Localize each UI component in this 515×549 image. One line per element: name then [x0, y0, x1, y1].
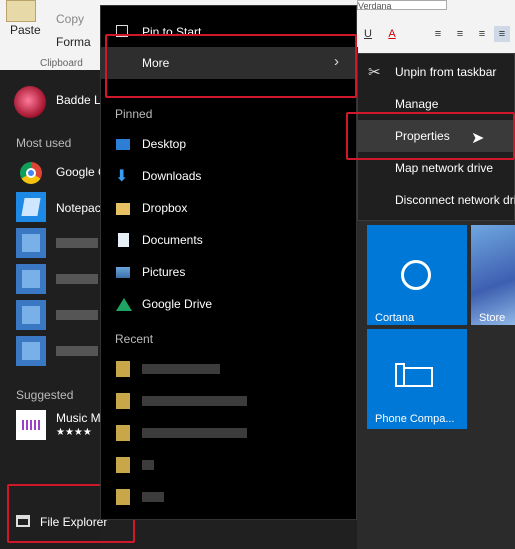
disconnect-drive-label: Disconnect network dri	[395, 193, 515, 207]
pinned-label: Dropbox	[142, 201, 188, 215]
manage-label: Manage	[395, 97, 439, 111]
suggested-label: Music M	[56, 411, 101, 425]
pinned-item-desktop[interactable]: Desktop	[101, 128, 358, 160]
cortana-tile[interactable]: Cortana	[367, 225, 467, 325]
underline-icon[interactable]: U	[360, 26, 376, 42]
avatar	[14, 86, 46, 118]
paste-button[interactable]: Paste	[10, 23, 41, 37]
pinned-item-google-drive[interactable]: Google Drive	[101, 288, 358, 320]
highlight-properties	[346, 112, 515, 160]
pinned-heading: Pinned	[115, 107, 153, 121]
font-name-box[interactable]: Verdana	[357, 0, 447, 11]
align-right-icon[interactable]: ≡	[474, 26, 490, 42]
suggested-item-music[interactable]: Music M ★★★★	[0, 408, 101, 444]
recent-heading: Recent	[115, 332, 154, 346]
phone-companion-icon	[403, 367, 433, 387]
music-app-icon	[16, 410, 46, 440]
most-used-item-notepad[interactable]: Notepac	[0, 192, 101, 224]
desktop-icon	[116, 139, 130, 150]
pictures-icon	[116, 267, 130, 278]
blurred-app-label	[56, 346, 98, 356]
phone-icon	[395, 363, 405, 387]
pinned-label: Pictures	[142, 265, 186, 279]
chrome-center	[26, 168, 36, 178]
jump-list: Pin to Start More › Pinned Desktop ⬇ Dow…	[100, 5, 358, 520]
unpin-label: Unpin from taskbar	[395, 65, 497, 79]
pinned-item-downloads[interactable]: ⬇ Downloads	[101, 160, 358, 192]
pinned-label: Desktop	[142, 137, 187, 151]
pinned-label: Downloads	[142, 169, 202, 183]
blurred-app-label	[56, 310, 98, 320]
disconnect-network-drive-item[interactable]: Disconnect network dri	[358, 184, 515, 216]
pinned-item-documents[interactable]: Documents	[101, 224, 358, 256]
pinned-item-dropbox[interactable]: Dropbox	[101, 192, 358, 224]
recent-file-label	[142, 428, 247, 438]
recent-file-icon[interactable]	[116, 425, 130, 441]
phone-companion-tile[interactable]: Phone Compa...	[367, 329, 467, 429]
phone-companion-label: Phone Compa...	[375, 413, 455, 425]
downloads-icon: ⬇	[115, 168, 129, 185]
justify-icon[interactable]: ≡	[494, 26, 510, 42]
blurred-app-icon[interactable]	[16, 336, 46, 366]
font-color-icon[interactable]: A	[384, 26, 400, 42]
suggested-heading: Suggested	[16, 388, 74, 402]
most-used-heading: Most used	[16, 136, 72, 150]
map-drive-label: Map network drive	[395, 161, 494, 175]
store-tile[interactable]: Store	[471, 225, 515, 325]
copy-button[interactable]: Copy	[56, 12, 84, 26]
unpin-from-taskbar-item[interactable]: ✂ Unpin from taskbar	[358, 56, 515, 88]
start-menu: Badde Li Most used Google C Notepac Sugg…	[0, 70, 135, 549]
recent-file-icon[interactable]	[116, 457, 130, 473]
most-used-label: Notepac	[56, 201, 101, 215]
recent-file-icon[interactable]	[116, 489, 130, 505]
documents-icon	[118, 233, 129, 247]
blurred-app-icon[interactable]	[16, 228, 46, 258]
recent-file-label	[142, 364, 220, 374]
clipboard-group-label: Clipboard	[40, 58, 83, 69]
blurred-app-label	[56, 238, 98, 248]
most-used-item-chrome[interactable]: Google C	[0, 156, 107, 188]
unpin-icon: ✂	[368, 64, 381, 81]
recent-file-icon[interactable]	[116, 393, 130, 409]
blurred-app-icon[interactable]	[16, 264, 46, 294]
recent-file-label	[142, 492, 164, 502]
store-label: Store	[479, 312, 506, 324]
align-center-icon[interactable]: ≡	[452, 26, 468, 42]
google-drive-icon	[116, 298, 132, 311]
format-painter-button[interactable]: Forma	[56, 35, 91, 49]
cortana-label: Cortana	[375, 312, 415, 324]
blurred-app-label	[56, 274, 98, 284]
recent-file-label	[142, 460, 154, 470]
pinned-label: Documents	[142, 233, 203, 247]
blurred-app-icon[interactable]	[16, 300, 46, 330]
recent-file-icon[interactable]	[116, 361, 130, 377]
recent-file-label	[142, 396, 247, 406]
paste-icon[interactable]	[6, 0, 36, 22]
highlight-more	[105, 34, 357, 98]
align-left-icon[interactable]: ≡	[430, 26, 446, 42]
cortana-icon	[401, 260, 431, 290]
folder-icon	[116, 203, 130, 215]
pinned-item-pictures[interactable]: Pictures	[101, 256, 358, 288]
user-name: Badde Li	[56, 93, 104, 107]
notepad-icon	[16, 192, 46, 222]
suggested-rating: ★★★★	[56, 427, 92, 438]
tiles-area: Cortana Store Phone Compa...	[357, 220, 515, 549]
user-account[interactable]: Badde Li	[0, 84, 104, 118]
pinned-label: Google Drive	[142, 297, 213, 311]
